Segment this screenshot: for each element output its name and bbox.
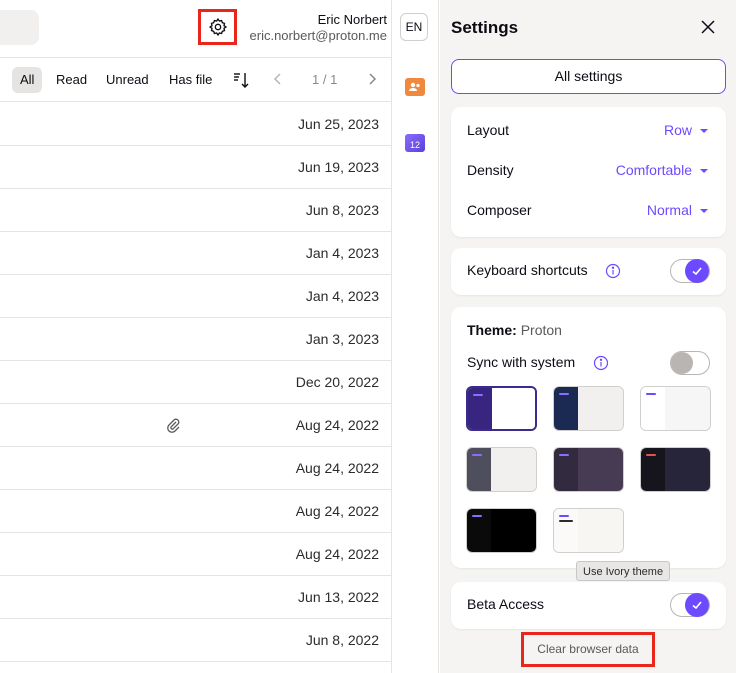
filter-bar: All Read Unread Has file 1 / 1 xyxy=(0,58,391,102)
mail-row[interactable]: Dec 20, 2022 xyxy=(0,361,391,404)
filter-unread[interactable]: Unread xyxy=(98,67,157,93)
mail-date: Jan 4, 2023 xyxy=(305,288,379,304)
info-icon[interactable] xyxy=(593,355,609,371)
panel-title: Settings xyxy=(451,18,519,37)
mail-row[interactable]: Aug 24, 2022 xyxy=(0,404,391,447)
sync-toggle[interactable] xyxy=(670,351,710,375)
mail-date: Aug 24, 2022 xyxy=(295,546,379,562)
layout-label: Layout xyxy=(467,122,510,138)
chevron-down-icon xyxy=(700,169,708,173)
theme-carbon[interactable] xyxy=(553,447,624,492)
app-rail: EN 12 xyxy=(392,0,439,673)
chevron-down-icon xyxy=(700,209,708,213)
theme-value: Proton xyxy=(520,322,562,338)
theme-proton[interactable] xyxy=(466,386,537,431)
user-name: Eric Norbert xyxy=(317,12,387,27)
filter-read[interactable]: Read xyxy=(48,67,95,93)
pager-text: 1 / 1 xyxy=(312,72,338,87)
mail-row[interactable]: Jan 4, 2023 xyxy=(0,275,391,318)
chevron-left-icon[interactable] xyxy=(270,71,286,87)
search-input[interactable] xyxy=(0,10,39,45)
language-button[interactable]: EN xyxy=(400,13,428,41)
settings-button[interactable] xyxy=(198,9,237,45)
mail-date: Jan 4, 2023 xyxy=(305,245,379,261)
sync-label: Sync with system xyxy=(467,354,576,370)
layout-dropdown[interactable]: Row xyxy=(664,122,692,138)
keyboard-toggle[interactable] xyxy=(670,259,710,283)
composer-row[interactable]: Composer Normal xyxy=(467,199,710,223)
mail-row[interactable]: Jun 19, 2023 xyxy=(0,146,391,189)
user-email: eric.norbert@proton.me xyxy=(249,28,387,43)
mail-row[interactable]: Jun 13, 2022 xyxy=(0,576,391,619)
mail-date: Aug 24, 2022 xyxy=(295,417,379,433)
layout-row[interactable]: Layout Row xyxy=(467,119,710,143)
sync-row: Sync with system xyxy=(467,351,710,375)
beta-card: Beta Access xyxy=(451,582,726,629)
toggle-knob xyxy=(671,352,693,374)
filter-has-file[interactable]: Has file xyxy=(161,67,220,93)
mail-date: Jun 25, 2023 xyxy=(298,116,379,132)
calendar-app-icon[interactable]: 12 xyxy=(405,134,425,152)
all-settings-button[interactable]: All settings xyxy=(451,59,726,94)
mail-row[interactable]: Aug 24, 2022 xyxy=(0,533,391,576)
paperclip-icon xyxy=(167,418,180,433)
mail-list-area: Eric Norbert eric.norbert@proton.me All … xyxy=(0,0,392,673)
mail-date: Jun 13, 2022 xyxy=(298,589,379,605)
mail-date: Jan 3, 2023 xyxy=(305,331,379,347)
density-row[interactable]: Density Comfortable xyxy=(467,159,710,183)
filter-all[interactable]: All xyxy=(12,67,43,93)
theme-ivory[interactable] xyxy=(553,508,624,553)
chevron-down-icon xyxy=(700,129,708,133)
mail-date: Jun 8, 2023 xyxy=(305,202,379,218)
sort-icon[interactable] xyxy=(232,71,250,89)
composer-label: Composer xyxy=(467,202,532,218)
beta-toggle[interactable] xyxy=(670,593,710,617)
chevron-right-icon[interactable] xyxy=(364,71,380,87)
theme-label: Theme: xyxy=(467,322,517,338)
theme-carbon-blue[interactable] xyxy=(553,386,624,431)
gear-icon xyxy=(208,17,227,37)
mail-row[interactable]: Aug 24, 2022 xyxy=(0,490,391,533)
mail-row[interactable]: Jun 25, 2023 xyxy=(0,103,391,146)
mail-row[interactable]: Jan 3, 2023 xyxy=(0,318,391,361)
theme-legacy[interactable] xyxy=(466,447,537,492)
layout-card: Layout Row Density Comfortable Composer … xyxy=(451,107,726,237)
mail-date: Jun 8, 2022 xyxy=(305,632,379,648)
theme-tooltip: Use Ivory theme xyxy=(576,561,671,581)
check-icon xyxy=(685,259,709,283)
theme-title: Theme: Proton xyxy=(467,322,562,338)
mail-date: Aug 24, 2022 xyxy=(295,460,379,476)
theme-card: Theme: Proton Sync with system xyxy=(451,307,726,568)
beta-row: Beta Access xyxy=(467,593,710,617)
contacts-app-icon[interactable] xyxy=(405,78,425,96)
mail-row[interactable]: Jun 8, 2022 xyxy=(0,619,391,662)
clear-browser-data-button[interactable]: Clear browser data xyxy=(521,632,655,667)
density-label: Density xyxy=(467,162,514,178)
close-icon[interactable] xyxy=(699,18,717,36)
theme-contrast[interactable] xyxy=(466,508,537,553)
keyboard-card: Keyboard shortcuts xyxy=(451,248,726,295)
theme-monokai[interactable] xyxy=(640,447,711,492)
composer-dropdown[interactable]: Normal xyxy=(647,202,692,218)
calendar-day-text: 12 xyxy=(410,140,420,150)
mail-row[interactable]: Jan 4, 2023 xyxy=(0,232,391,275)
mail-date: Dec 20, 2022 xyxy=(295,374,379,390)
theme-snow[interactable] xyxy=(640,386,711,431)
mail-date: Jun 19, 2023 xyxy=(298,159,379,175)
mail-row[interactable]: Jun 8, 2023 xyxy=(0,189,391,232)
user-account[interactable]: Eric Norbert eric.norbert@proton.me xyxy=(250,12,387,44)
beta-label: Beta Access xyxy=(467,596,545,612)
keyboard-row: Keyboard shortcuts xyxy=(467,259,710,283)
mail-row[interactable]: Aug 24, 2022 xyxy=(0,447,391,490)
info-icon[interactable] xyxy=(605,263,621,279)
check-icon xyxy=(685,593,709,617)
mail-date: Aug 24, 2022 xyxy=(295,503,379,519)
keyboard-label: Keyboard shortcuts xyxy=(467,262,588,278)
density-dropdown[interactable]: Comfortable xyxy=(616,162,692,178)
